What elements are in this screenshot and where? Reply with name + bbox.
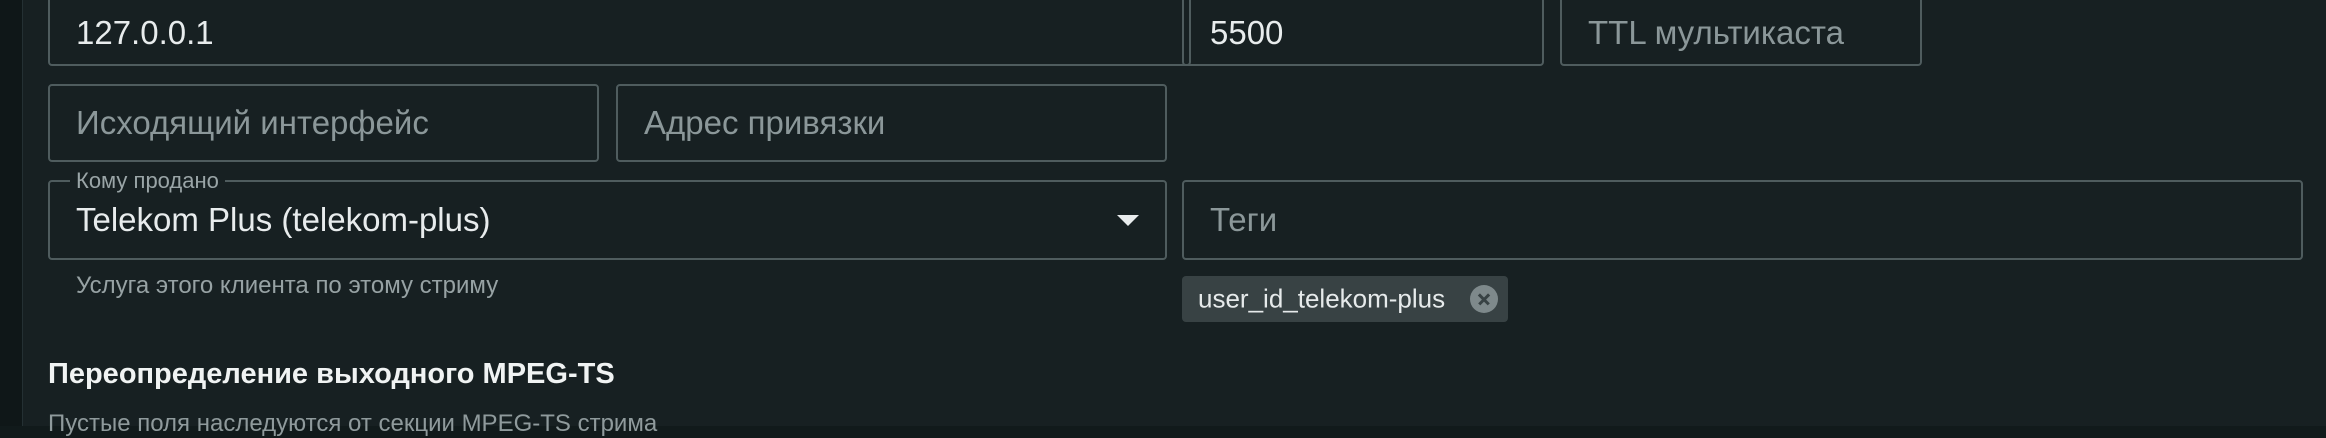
left-sidebar-edge: [0, 0, 23, 426]
multicast-ttl-field[interactable]: TTL мультикаста: [1560, 0, 1922, 66]
host-field[interactable]: 127.0.0.1: [48, 0, 1191, 66]
host-value: 127.0.0.1: [76, 14, 214, 51]
remove-tag-icon[interactable]: [1470, 285, 1498, 313]
port-field[interactable]: 5500: [1182, 0, 1544, 66]
multicast-ttl-placeholder: TTL мультикаста: [1588, 14, 1844, 51]
sold-to-label: Кому продано: [70, 168, 225, 194]
outgoing-interface-placeholder: Исходящий интерфейс: [76, 104, 429, 141]
stream-output-form: 127.0.0.1 5500 TTL мультикаста Исходящий…: [23, 0, 2326, 437]
port-value: 5500: [1210, 14, 1284, 51]
sold-to-select[interactable]: Кому продано Telekom Plus (telekom-plus): [48, 168, 1167, 260]
tags-placeholder: Теги: [1210, 201, 1278, 238]
tag-chip-label: user_id_telekom-plus: [1198, 283, 1446, 314]
tags-input[interactable]: Теги: [1182, 180, 2303, 260]
mpegts-override-subtitle: Пустые поля наследуются от секции MPEG-T…: [48, 410, 658, 437]
outgoing-interface-field[interactable]: Исходящий интерфейс: [48, 84, 599, 162]
bind-address-field[interactable]: Адрес привязки: [616, 84, 1167, 162]
bind-address-placeholder: Адрес привязки: [644, 104, 886, 141]
mpegts-override-title: Переопределение выходного MPEG-TS: [48, 358, 615, 390]
chevron-down-icon[interactable]: [1117, 215, 1139, 226]
sold-to-helper-text: Услуга этого клиента по этому стриму: [76, 272, 499, 299]
sold-to-value: Telekom Plus (telekom-plus): [76, 201, 491, 238]
tag-chip: user_id_telekom-plus: [1182, 276, 1508, 322]
